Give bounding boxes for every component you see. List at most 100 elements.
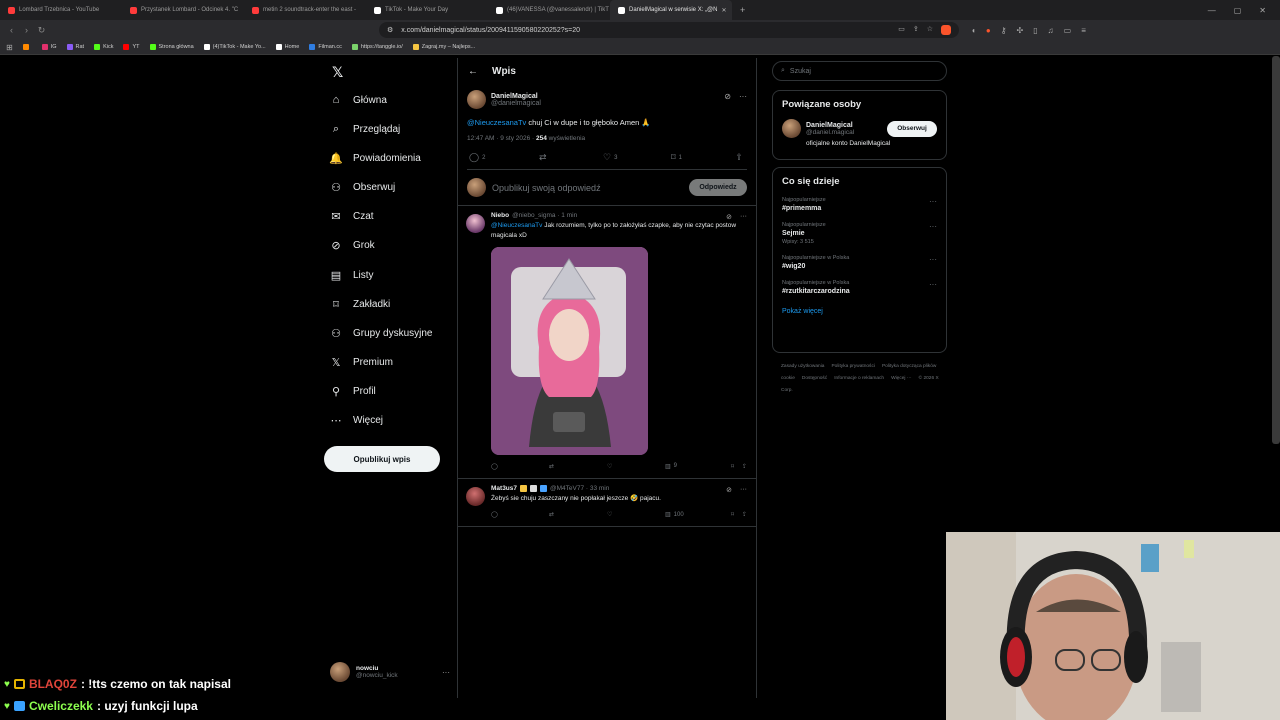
footer-link[interactable]: Dostępność	[802, 376, 827, 381]
bookmark-item[interactable]: (4)TikTok - Make Yo...	[203, 44, 266, 50]
footer-link[interactable]: Polityka prywatności	[831, 364, 874, 369]
reply-post[interactable]: ⊘ ··· Niebo @niebo_sigma · 1 min @Nieucz…	[458, 206, 756, 479]
nav-item-grupy-dyskusyjne[interactable]: ⚇ Grupy dyskusyjne	[330, 327, 432, 340]
wallet-icon[interactable]: ▭	[1064, 26, 1072, 35]
more-icon[interactable]: ···	[929, 255, 937, 264]
new-tab-button[interactable]: +	[732, 5, 753, 15]
vpn-icon[interactable]: ⚷	[1001, 26, 1007, 35]
reply-avatar[interactable]	[466, 214, 485, 233]
browser-tab[interactable]: Przystanek Lombard - Odcinek 4. "C	[122, 0, 244, 20]
sidebar-icon[interactable]: ▯	[1033, 26, 1037, 35]
forward-icon[interactable]: ›	[19, 25, 34, 35]
share-icon[interactable]: ⇪	[742, 511, 747, 518]
maximize-button[interactable]: ▢	[1234, 6, 1242, 15]
footer-link[interactable]: Więcej ···	[891, 376, 912, 381]
reply-post[interactable]: ⊘ ··· Mat3us7 @M4TeV77 · 33 min Żebyś si…	[458, 479, 756, 528]
bookmark-item[interactable]: Filman.cc	[309, 44, 342, 50]
like-action[interactable]: ♡	[607, 463, 665, 470]
bookmark-item[interactable]: Kick	[94, 44, 113, 50]
x-logo[interactable]: 𝕏	[332, 64, 343, 81]
close-window-button[interactable]: ✕	[1259, 6, 1266, 15]
mention-link[interactable]: @NieuczesanaTv	[491, 222, 542, 229]
more-icon[interactable]: ···	[740, 213, 747, 221]
views-action[interactable]: ▥ 9	[665, 463, 723, 470]
grok-icon[interactable]: ⊘	[726, 213, 732, 221]
post-button[interactable]: Opublikuj wpis	[324, 446, 440, 472]
bookmark-item[interactable]: https://tanggle.io/	[351, 44, 403, 50]
screen-icon[interactable]: ▭	[898, 25, 905, 35]
trend-item[interactable]: Najpopularniejsze w Polska #wig20 ···	[782, 255, 937, 270]
nav-item-powiadomienia[interactable]: 🔔 Powiadomienia	[329, 152, 421, 165]
close-tab-icon[interactable]: ✕	[721, 7, 726, 14]
browser-tab[interactable]: (46)VANESSA (@vanessalendr) | TikT	[488, 0, 610, 20]
bookmark-icon[interactable]: ⌑	[731, 511, 734, 518]
reply-button[interactable]: Odpowiedz	[689, 179, 747, 196]
more-icon[interactable]: ···	[929, 280, 937, 289]
related-avatar[interactable]	[782, 119, 801, 138]
author-handle[interactable]: @danielmagical	[491, 100, 541, 107]
grok-icon[interactable]: ⊘	[724, 92, 731, 101]
footer-link[interactable]: Informacje o reklamach	[834, 376, 884, 381]
browser-tab[interactable]: metin 2 soundtrack-enter the east -	[244, 0, 366, 20]
rewards-icon[interactable]: ●	[986, 26, 991, 35]
repost-action[interactable]: ⇄	[539, 152, 550, 163]
like-action[interactable]: ♡	[607, 511, 665, 518]
nav-item-listy[interactable]: ▤ Listy	[330, 269, 374, 282]
bookmark-action[interactable]: ⌑ 1	[671, 152, 682, 163]
apps-grid-icon[interactable]: ⊞	[6, 43, 13, 52]
reply-avatar[interactable]	[466, 486, 485, 506]
share-action[interactable]: ⇪	[735, 152, 743, 163]
repost-action[interactable]: ⇄	[549, 511, 607, 518]
related-handle[interactable]: @daniel.magical	[806, 129, 854, 136]
more-icon[interactable]: ···	[740, 486, 747, 494]
bookmark-icon[interactable]: ⌑	[731, 463, 734, 470]
bookmark-item[interactable]: IG	[41, 44, 57, 50]
extensions-icon[interactable]: ✣	[1017, 26, 1024, 35]
back-icon[interactable]: ‹	[4, 25, 19, 35]
brave-shield-icon[interactable]	[941, 25, 951, 35]
account-switcher[interactable]: nowciu @nowciu_kick ···	[330, 662, 450, 682]
nav-item-premium[interactable]: 𝕏 Premium	[330, 356, 393, 369]
nav-item-główna[interactable]: ⌂ Główna	[330, 94, 387, 106]
post-time[interactable]: 12:47 AM · 9 sty 2026 ·	[467, 135, 536, 142]
reply-action[interactable]: ◯ 2	[469, 152, 485, 163]
repost-action[interactable]: ⇄	[549, 463, 607, 470]
nav-item-obserwuj[interactable]: ⚇ Obserwuj	[330, 181, 395, 194]
nav-item-przeglądaj[interactable]: ⌕ Przeglądaj	[330, 123, 400, 135]
reply-action[interactable]: ◯	[491, 511, 549, 518]
page-scrollbar[interactable]	[1272, 56, 1280, 444]
browser-tab[interactable]: Lombard Trzebnica - YouTube	[0, 0, 122, 20]
reply-input[interactable]: Opublikuj swoją odpowiedź	[492, 183, 601, 193]
bookmark-item[interactable]: Rat	[66, 44, 84, 50]
reply-author-name[interactable]: Niebo	[491, 212, 509, 219]
site-settings-icon[interactable]: ⚙	[387, 26, 393, 34]
search-box[interactable]: ⌕ Szukaj	[772, 61, 947, 81]
media-icon[interactable]: ♫	[1048, 26, 1054, 35]
bookmark-item[interactable]: Zagraj.my – Najleps...	[412, 44, 475, 50]
browser-tab[interactable]: DanielMagical w serwisie X: „@N ✕	[610, 0, 732, 20]
author-avatar[interactable]	[467, 90, 486, 109]
share-icon[interactable]: ⇪	[742, 463, 747, 470]
bookmark-item[interactable]: Strona główna	[149, 44, 194, 50]
address-bar[interactable]: ⚙ x.com/danielmagical/status/20094115905…	[379, 22, 959, 38]
trend-item[interactable]: Najpopularniejsze w Polska #rzutkitarczar…	[782, 280, 937, 295]
nav-item-zakładki[interactable]: ⌑ Zakładki	[330, 298, 390, 311]
show-more-link[interactable]: Pokaż więcej	[782, 308, 937, 315]
minimize-button[interactable]: —	[1208, 6, 1216, 15]
nav-item-profil[interactable]: ⚲ Profil	[330, 385, 376, 398]
footer-link[interactable]: Zasady użytkowania	[781, 364, 824, 369]
nav-item-więcej[interactable]: ⋯ Więcej	[330, 414, 384, 427]
bookmark-star-icon[interactable]: ☆	[927, 25, 933, 35]
like-action[interactable]: ♡ 3	[603, 152, 617, 163]
back-arrow-icon[interactable]: ←	[468, 66, 478, 77]
share-icon[interactable]: ⇪	[913, 25, 919, 35]
trend-item[interactable]: Najpopularniejsze #primemma ···	[782, 197, 937, 212]
more-icon[interactable]: ···	[929, 222, 937, 231]
trend-item[interactable]: Najpopularniejsze Sejmie Wpisy: 3 515 ···	[782, 222, 937, 245]
bookmark-item[interactable]: YT	[123, 44, 140, 50]
browser-tab[interactable]: TikTok - Make Your Day	[366, 0, 488, 20]
views-action[interactable]: ▥ 100	[665, 511, 723, 519]
mention-link[interactable]: @NieuczesanaTv	[467, 118, 526, 127]
author-name[interactable]: DanielMagical	[491, 93, 541, 100]
bookmark-item[interactable]: Home	[275, 44, 299, 50]
